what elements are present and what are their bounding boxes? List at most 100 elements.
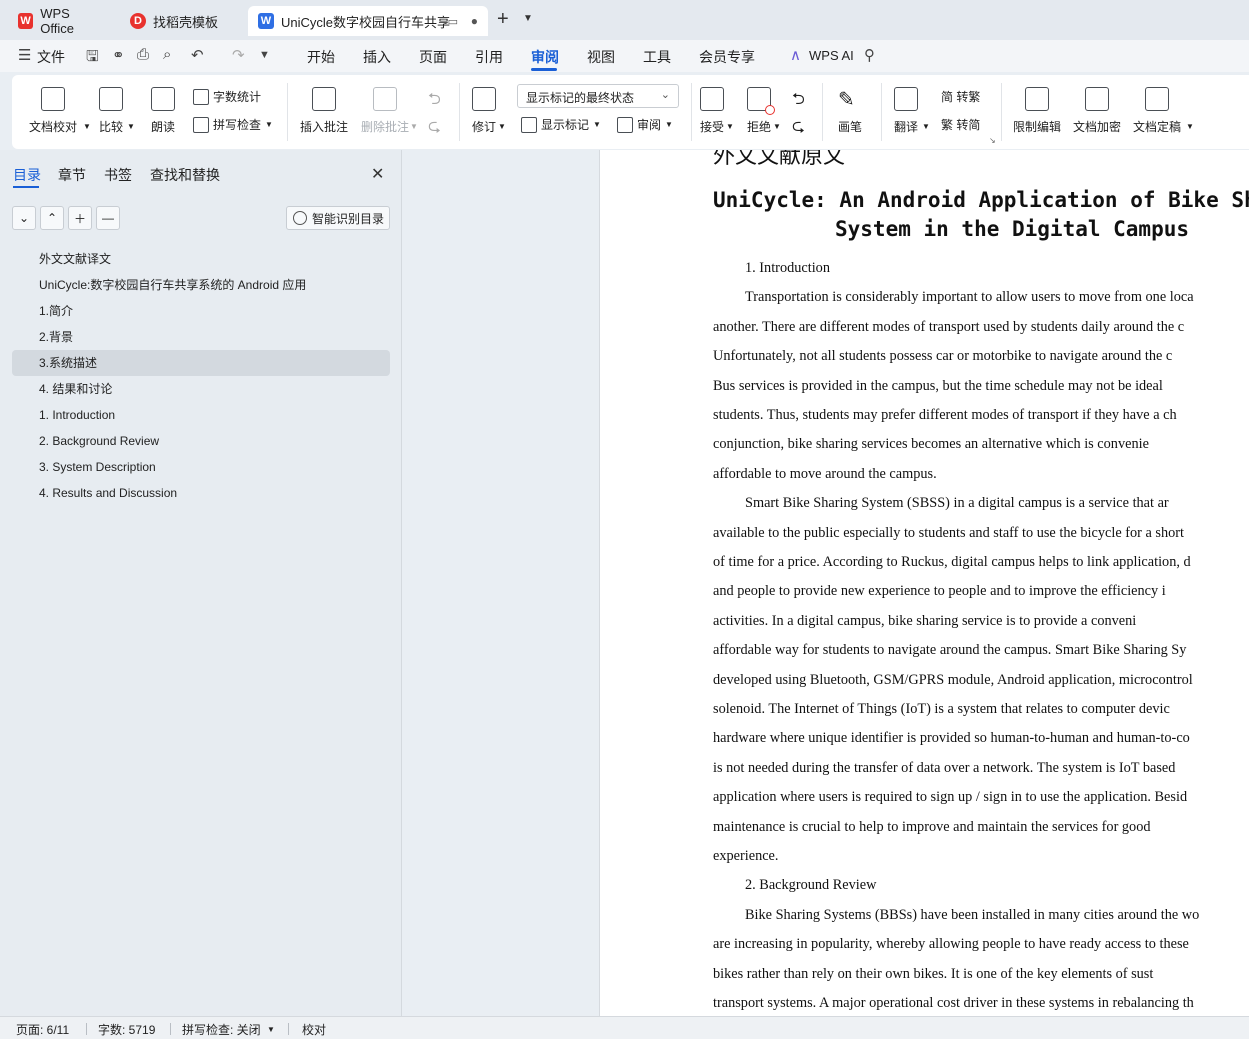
tab-find-replace[interactable]: 查找和替换: [150, 165, 220, 185]
toc-item[interactable]: UniCycle:数字校园自行车共享系统的 Android 应用: [12, 272, 390, 298]
chevron-down-icon[interactable]: ▼: [523, 13, 533, 24]
to-traditional-button[interactable]: 简 转繁: [941, 88, 980, 105]
chevron-down-icon[interactable]: ▼: [773, 122, 781, 131]
chevron-down-icon[interactable]: ▼: [259, 49, 270, 61]
minus-icon: —: [102, 211, 114, 225]
reject-button[interactable]: 拒绝: [747, 87, 775, 135]
chevron-down-icon[interactable]: ▼: [922, 122, 930, 131]
proofread-button[interactable]: 文档校对: [29, 87, 77, 135]
toc-item[interactable]: 2. Background Review: [12, 428, 390, 454]
search-icon[interactable]: ⚲: [864, 46, 875, 64]
chevron-down-icon: ▼: [593, 120, 601, 129]
close-icon[interactable]: ✕: [371, 164, 384, 184]
toc-item[interactable]: 1.简介: [12, 298, 390, 324]
menu-member[interactable]: 会员专享: [699, 47, 755, 67]
chevron-down-icon: ▼: [265, 120, 273, 129]
menu-home[interactable]: 开始: [307, 47, 335, 67]
menu-view[interactable]: 视图: [587, 47, 615, 67]
document-canvas[interactable]: 外文文献原文 UniCycle: An Android Application …: [403, 150, 1249, 1016]
remove-heading-button[interactable]: —: [96, 206, 120, 230]
new-tab-icon[interactable]: +: [497, 8, 509, 31]
chevron-down-icon[interactable]: ▼: [267, 1025, 275, 1034]
toc-item[interactable]: 外文文献译文: [12, 246, 390, 272]
track-changes-button[interactable]: 修订: [472, 87, 496, 135]
chevron-down-icon[interactable]: ▼: [83, 122, 91, 131]
chevron-down-icon[interactable]: ▼: [498, 122, 506, 131]
document-page[interactable]: 外文文献原文 UniCycle: An Android Application …: [599, 150, 1249, 1016]
finalize-label: 文档定稿: [1133, 120, 1182, 134]
next-change-icon[interactable]: ⮎: [792, 115, 805, 142]
document-title: UniCycle: An Android Application of Bike…: [713, 186, 1249, 244]
read-aloud-button[interactable]: 朗读: [151, 87, 175, 135]
to-simplified-button[interactable]: 繁 转简: [941, 116, 980, 133]
menu-insert[interactable]: 插入: [363, 47, 391, 67]
finalize-button[interactable]: 文档定稿: [1133, 87, 1181, 135]
save-icon[interactable]: 🖫: [86, 46, 99, 71]
menu-tools[interactable]: 工具: [643, 47, 671, 67]
review-pane-button[interactable]: 审阅 ▼: [617, 116, 673, 133]
collapse-button[interactable]: ⌄: [12, 206, 36, 230]
word-count-indicator[interactable]: 字数: 5719: [98, 1021, 155, 1038]
menu-file[interactable]: 文件: [37, 47, 65, 67]
expand-button[interactable]: ⌃: [40, 206, 64, 230]
wps-ai-icon[interactable]: ∧: [790, 46, 801, 64]
show-markup-icon: [521, 116, 537, 133]
finalize-icon: [1145, 87, 1169, 111]
spell-check-button[interactable]: 拼写检查 ▼: [193, 116, 273, 133]
tab-docer-templates[interactable]: D 找稻壳模板: [120, 6, 244, 36]
status-bar: 页面: 6/11 字数: 5719 拼写检查: 关闭 ▼ 校对: [0, 1016, 1249, 1039]
expand-group-icon[interactable]: ↘: [989, 136, 996, 145]
undo-icon[interactable]: ↶: [191, 46, 204, 64]
tab-toc[interactable]: 目录: [13, 165, 41, 185]
menu-references[interactable]: 引用: [475, 47, 503, 67]
read-aloud-label: 朗读: [151, 120, 176, 134]
chevron-down-icon[interactable]: ▼: [410, 122, 418, 131]
tab-current-document[interactable]: W UniCycle数字校园自行车共享 ▭ ●: [248, 6, 488, 36]
menu-icon[interactable]: ☰: [18, 46, 31, 64]
toc-item[interactable]: 3. System Description: [12, 454, 390, 480]
proofread-indicator[interactable]: 校对: [302, 1021, 326, 1038]
chevron-down-icon[interactable]: ▼: [1186, 122, 1194, 131]
page-indicator[interactable]: 页面: 6/11: [16, 1021, 69, 1038]
previous-comment-icon[interactable]: ⮌: [428, 88, 441, 115]
compare-icon: [99, 87, 123, 111]
compare-button[interactable]: 比较: [99, 87, 123, 135]
menu-wps-ai[interactable]: WPS AI: [809, 48, 854, 63]
menu-page[interactable]: 页面: [419, 47, 447, 67]
menu-review[interactable]: 审阅: [531, 47, 559, 67]
add-heading-button[interactable]: ＋: [68, 206, 92, 230]
toc-item[interactable]: 2.背景: [12, 324, 390, 350]
show-markup-button[interactable]: 显示标记 ▼: [521, 116, 601, 133]
restrict-edit-button[interactable]: 限制编辑: [1013, 87, 1061, 135]
monitor-icon[interactable]: ▭: [448, 15, 458, 28]
encrypt-button[interactable]: 文档加密: [1073, 87, 1121, 135]
previous-change-icon[interactable]: ⮌: [792, 88, 805, 115]
redo-icon[interactable]: ↷: [232, 46, 245, 64]
toc-item[interactable]: 1. Introduction: [12, 402, 390, 428]
tab-wps-office[interactable]: W WPS Office: [8, 6, 114, 36]
reject-icon: [747, 87, 775, 115]
unsaved-dot-icon[interactable]: ●: [471, 14, 478, 28]
navigation-pane: 目录 章节 书签 查找和替换 ✕ ⌄ ⌃ ＋ — 智能识别目录 外文文献译文 Un…: [0, 150, 402, 1016]
chevron-down-icon[interactable]: ▼: [127, 122, 135, 131]
translate-button[interactable]: 翻译: [894, 87, 918, 135]
next-comment-icon[interactable]: ⮎: [428, 115, 441, 142]
toc-item[interactable]: 3.系统描述: [12, 350, 390, 376]
markup-state-select[interactable]: 显示标记的最终状态 ⌄: [517, 84, 679, 108]
delete-comment-button[interactable]: 删除批注: [361, 87, 409, 135]
print-preview-icon[interactable]: ⌕: [163, 46, 171, 63]
spell-check-indicator[interactable]: 拼写检查: 关闭: [182, 1021, 261, 1038]
print-icon[interactable]: ⎙: [137, 46, 149, 63]
smart-toc-button[interactable]: 智能识别目录: [286, 206, 390, 230]
link-icon[interactable]: ⚭: [112, 46, 125, 64]
toc-item[interactable]: 4. 结果和讨论: [12, 376, 390, 402]
accept-button[interactable]: 接受: [700, 87, 724, 135]
translate-label: 翻译: [894, 120, 919, 134]
pen-button[interactable]: ✎ 画笔: [838, 87, 862, 135]
tab-chapters[interactable]: 章节: [58, 165, 86, 185]
word-count-button[interactable]: 字数统计: [193, 88, 261, 105]
insert-comment-button[interactable]: 插入批注: [300, 87, 348, 135]
tab-bookmarks[interactable]: 书签: [104, 165, 132, 185]
toc-item[interactable]: 4. Results and Discussion: [12, 480, 390, 506]
chevron-down-icon[interactable]: ▼: [726, 122, 734, 131]
